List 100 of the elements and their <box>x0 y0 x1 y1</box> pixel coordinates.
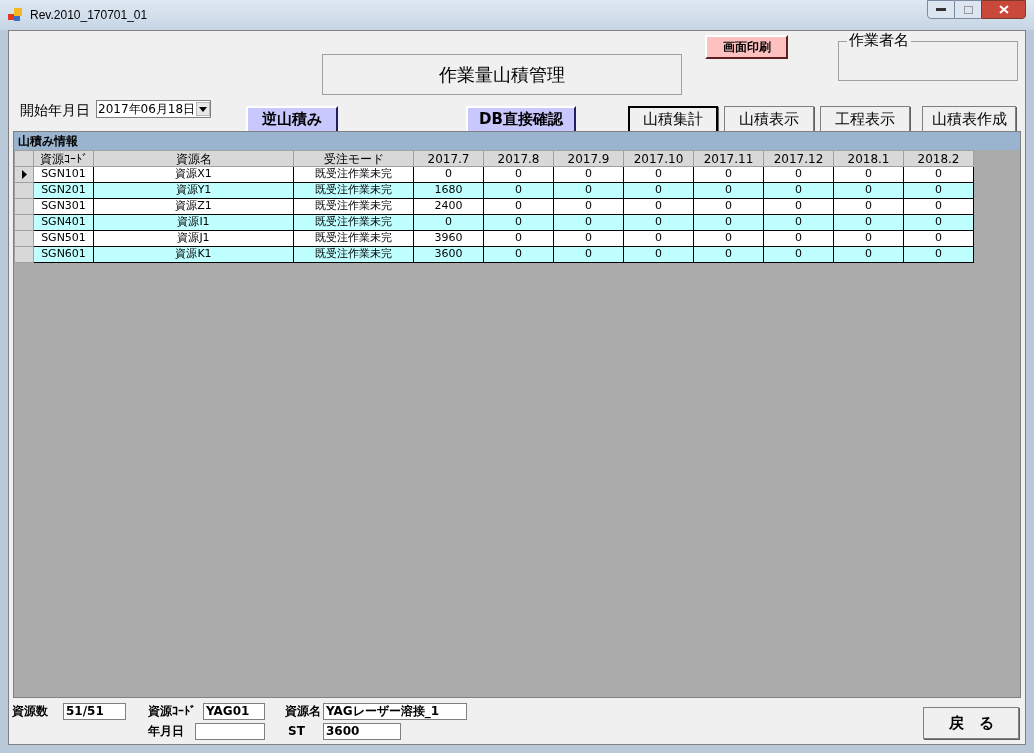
toolbar-button[interactable]: 逆山積み <box>246 106 338 133</box>
table-cell: 0 <box>624 183 694 199</box>
field-label: 資源数 <box>12 703 49 720</box>
table-cell: 0 <box>694 167 764 183</box>
table-cell: 0 <box>484 247 554 263</box>
group-label: 作業者名 <box>847 31 911 49</box>
table-cell: 既受注作業未完 <box>294 183 414 199</box>
table-cell: 0 <box>484 167 554 183</box>
table-cell: 資源I1 <box>94 215 294 231</box>
date-value: 2017年06月18日 <box>97 103 196 115</box>
row-header[interactable] <box>14 167 34 183</box>
table-cell: 0 <box>834 247 904 263</box>
close-button[interactable] <box>981 0 1026 19</box>
table-cell: 資源J1 <box>94 231 294 247</box>
input-field[interactable]: 51/51 <box>63 702 126 720</box>
table-cell: 0 <box>694 231 764 247</box>
table-cell: 既受注作業未完 <box>294 231 414 247</box>
table-cell: 0 <box>764 215 834 231</box>
screen-title: 作業量山積管理 <box>439 63 565 87</box>
column-header: 2017.11 <box>694 150 764 167</box>
field-label: 資源名 <box>285 703 322 720</box>
column-header: 受注モード <box>294 150 414 167</box>
close-icon <box>998 5 1009 14</box>
table-cell: 0 <box>484 215 554 231</box>
table-cell: 0 <box>624 167 694 183</box>
input-field[interactable] <box>195 722 265 740</box>
toolbar-button[interactable]: 山積表作成 <box>922 106 1016 133</box>
table-cell: 0 <box>834 215 904 231</box>
input-field[interactable]: 3600 <box>323 722 401 740</box>
table-cell: 3960 <box>414 231 484 247</box>
table-cell: 既受注作業未完 <box>294 199 414 215</box>
table-cell: 0 <box>904 231 974 247</box>
table-cell: 資源Z1 <box>94 199 294 215</box>
column-header: 2017.10 <box>624 150 694 167</box>
table-cell: 0 <box>904 167 974 183</box>
toolbar-button[interactable]: DB直接確認 <box>466 106 576 133</box>
table-cell: 0 <box>554 199 624 215</box>
table-cell: 0 <box>834 183 904 199</box>
table-cell: SGN601 <box>34 247 94 263</box>
column-header: 2017.9 <box>554 150 624 167</box>
table-cell: 既受注作業未完 <box>294 247 414 263</box>
table-cell: 0 <box>694 199 764 215</box>
table-cell: 0 <box>484 231 554 247</box>
table-cell: 0 <box>624 199 694 215</box>
column-header: 2017.12 <box>764 150 834 167</box>
minimize-button[interactable] <box>927 0 955 19</box>
toolbar-button[interactable]: 山積表示 <box>724 106 814 133</box>
table-cell: 0 <box>764 183 834 199</box>
input-field[interactable]: YAGレーザー溶接_1 <box>323 702 467 720</box>
column-header: 2017.8 <box>484 150 554 167</box>
minimize-icon <box>936 7 946 12</box>
maximize-icon <box>963 5 973 14</box>
table-cell: 0 <box>694 215 764 231</box>
table-cell: 0 <box>834 167 904 183</box>
table-cell: 資源Y1 <box>94 183 294 199</box>
table-cell: 0 <box>694 183 764 199</box>
column-header: 2017.7 <box>414 150 484 167</box>
table-cell: 0 <box>484 199 554 215</box>
table-cell: 0 <box>624 215 694 231</box>
field-label: 開始年月日 <box>20 101 90 120</box>
column-header: 2018.2 <box>904 150 974 167</box>
table-cell: 0 <box>624 231 694 247</box>
date-picker[interactable]: 2017年06月18日 <box>96 100 211 118</box>
table-cell: 2400 <box>414 199 484 215</box>
table-cell: 0 <box>834 199 904 215</box>
table-cell: SGN401 <box>34 215 94 231</box>
table-cell: 0 <box>554 247 624 263</box>
table-cell: 3600 <box>414 247 484 263</box>
table-cell: SGN301 <box>34 199 94 215</box>
table-cell: 既受注作業未完 <box>294 215 414 231</box>
print-button[interactable]: 画面印刷 <box>705 35 788 59</box>
toolbar-button[interactable]: 山積集計 <box>628 106 718 133</box>
back-button[interactable]: 戻 る <box>923 707 1019 739</box>
table-cell: 1680 <box>414 183 484 199</box>
table-cell: 0 <box>834 231 904 247</box>
input-field[interactable]: YAG01 <box>203 702 265 720</box>
field-label: 年月日 <box>148 723 185 740</box>
table-cell: 0 <box>904 183 974 199</box>
table-cell: 0 <box>904 199 974 215</box>
field-label: ST <box>288 723 306 740</box>
column-header: 2018.1 <box>834 150 904 167</box>
field-label: 資源ｺｰﾄﾞ <box>148 703 197 720</box>
table-cell: 0 <box>414 215 484 231</box>
table-cell: 既受注作業未完 <box>294 167 414 183</box>
table-cell: 0 <box>764 199 834 215</box>
table-cell: 0 <box>764 231 834 247</box>
current-row-icon <box>21 170 27 179</box>
grid-caption: 山積み情報 <box>18 133 78 150</box>
toolbar-button[interactable]: 工程表示 <box>820 106 910 133</box>
table-cell: 0 <box>624 247 694 263</box>
table-cell: 0 <box>414 167 484 183</box>
table-cell: 0 <box>554 183 624 199</box>
column-header: 資源名 <box>94 150 294 167</box>
dropdown-arrow-icon <box>196 102 210 116</box>
table-cell: 0 <box>904 215 974 231</box>
table-cell: 0 <box>484 183 554 199</box>
table-cell: 0 <box>554 231 624 247</box>
table-cell: 0 <box>904 247 974 263</box>
column-header: 資源ｺｰﾄﾞ <box>34 150 94 167</box>
table-cell: 0 <box>554 215 624 231</box>
